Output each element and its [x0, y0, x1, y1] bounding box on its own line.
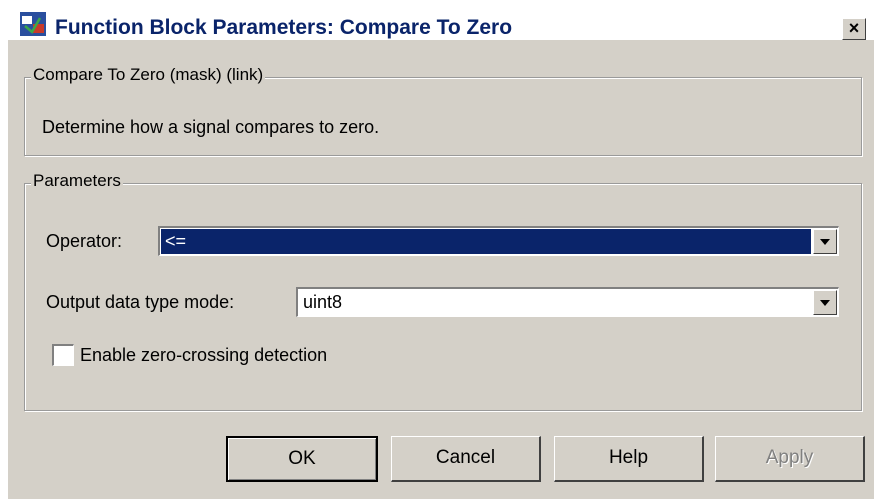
zero-crossing-checkbox[interactable]	[52, 344, 74, 366]
operator-value: <=	[165, 231, 187, 251]
chevron-down-icon[interactable]	[813, 229, 837, 254]
dialog-window: Function Block Parameters: Compare To Ze…	[7, 0, 874, 499]
help-button[interactable]: Help	[554, 436, 704, 482]
parameters-group: Parameters Operator: <= Output data type…	[24, 171, 862, 411]
chevron-down-icon[interactable]	[813, 290, 837, 315]
apply-button[interactable]: Apply	[715, 436, 865, 482]
mask-description: Determine how a signal compares to zero.	[42, 117, 380, 137]
output-type-label: Output data type mode:	[46, 292, 235, 312]
output-type-value: uint8	[303, 292, 343, 312]
simulink-block-icon	[20, 12, 46, 36]
close-button[interactable]: ×	[842, 18, 866, 40]
title-bar[interactable]: Function Block Parameters: Compare To Ze…	[8, 0, 874, 40]
output-type-dropdown[interactable]: uint8	[296, 287, 839, 317]
parameters-group-legend: Parameters	[31, 171, 123, 191]
zero-crossing-label[interactable]: Enable zero-crossing detection	[80, 345, 327, 366]
cancel-button[interactable]: Cancel	[391, 436, 541, 482]
window-title: Function Block Parameters: Compare To Ze…	[55, 16, 513, 39]
close-icon: ×	[848, 18, 860, 38]
ok-button[interactable]: OK	[226, 436, 378, 482]
mask-description-group: Compare To Zero (mask) (link) Determine …	[24, 65, 862, 156]
mask-group-legend: Compare To Zero (mask) (link)	[31, 65, 266, 85]
operator-dropdown[interactable]: <=	[158, 226, 839, 256]
operator-label: Operator:	[46, 231, 123, 251]
